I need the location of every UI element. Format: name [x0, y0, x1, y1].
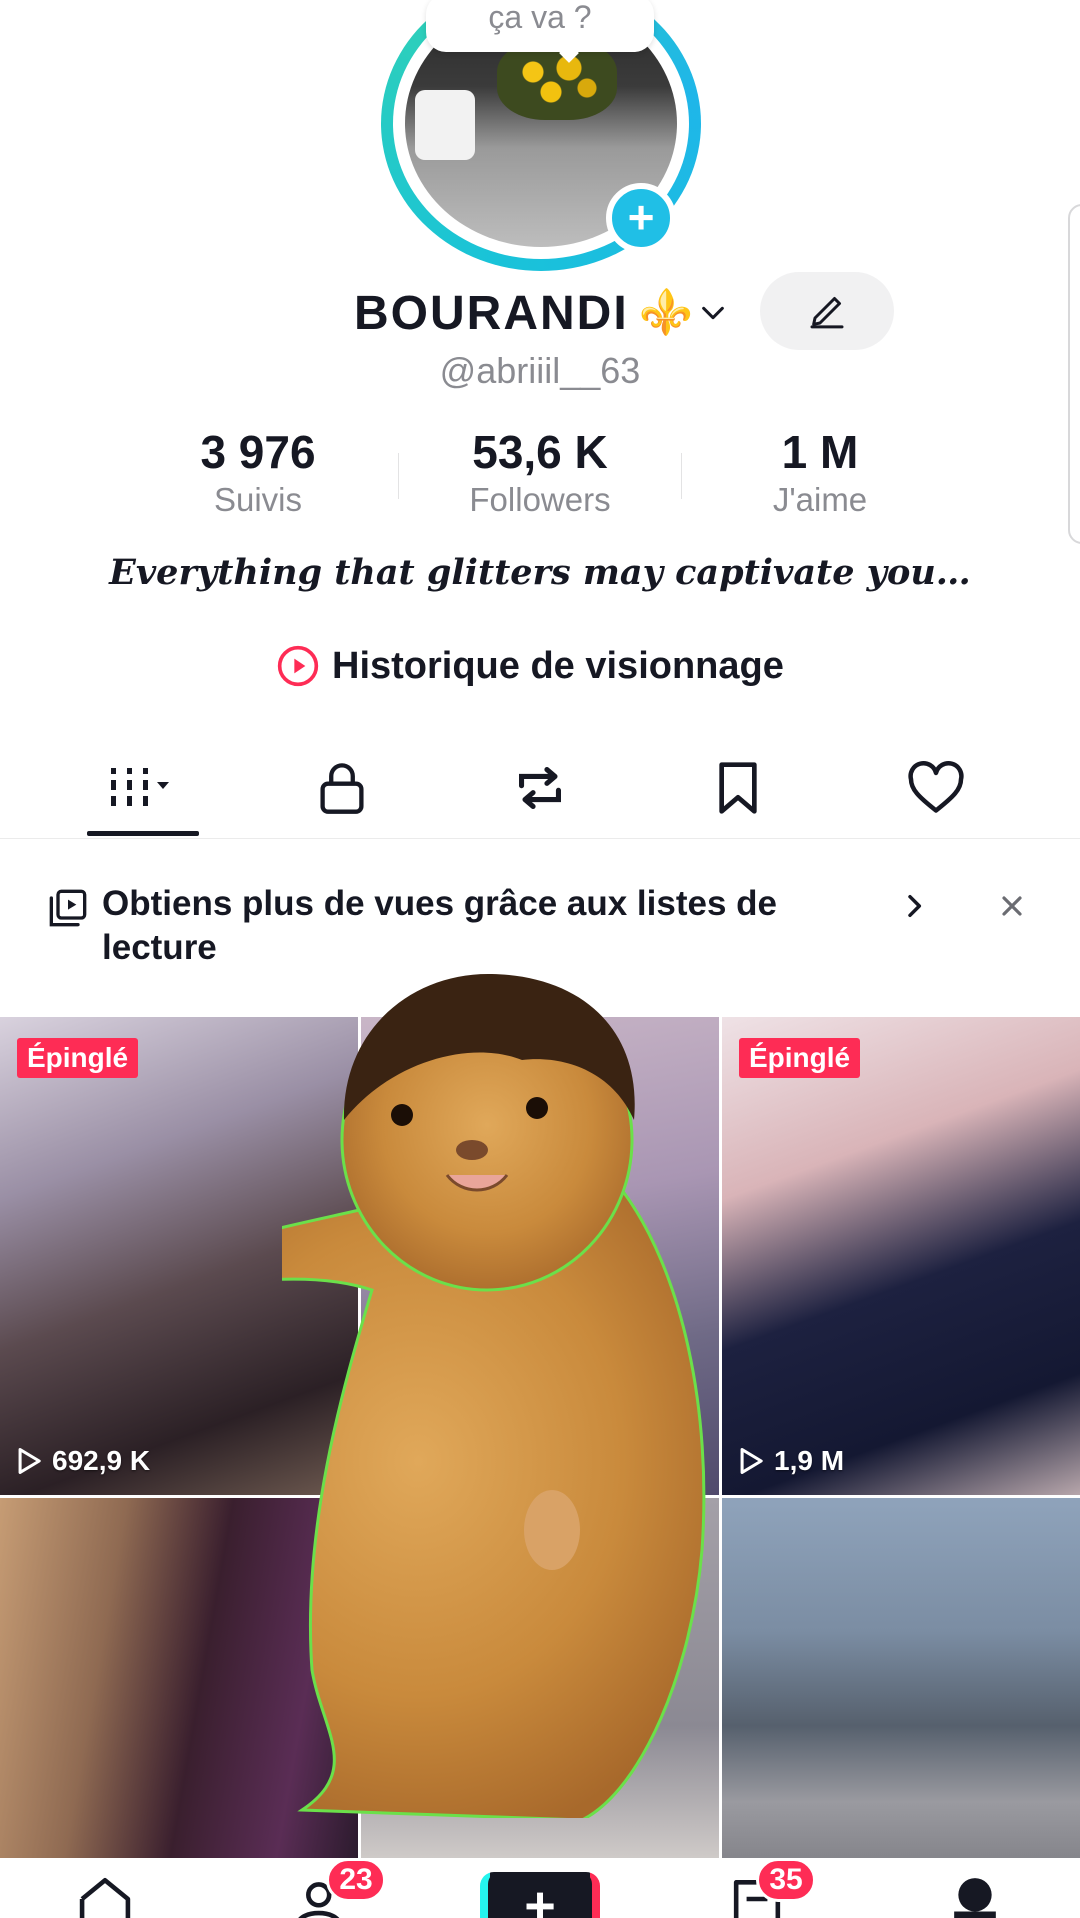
tab-private[interactable]	[282, 738, 402, 838]
home-icon	[79, 1877, 131, 1918]
lock-icon	[320, 763, 364, 814]
repost-icon	[519, 767, 561, 809]
watch-history-link[interactable]: Historique de visionnage	[276, 638, 784, 694]
watch-history-label: Historique de visionnage	[332, 644, 784, 687]
sunflowers-image	[497, 40, 617, 120]
followers-label: Followers	[469, 481, 611, 518]
profile-page: ça va ? + BOURANDI ⚜️ @abriiil__63 3 976…	[0, 0, 1080, 1918]
video-thumbnail[interactable]	[722, 1498, 1080, 1878]
chevron-right-icon[interactable]	[898, 890, 930, 922]
tab-videos[interactable]	[83, 738, 203, 838]
pencil-icon	[810, 297, 844, 329]
close-icon[interactable]	[996, 890, 1028, 922]
pinned-badge: Épinglé	[17, 1038, 139, 1078]
followers-stat[interactable]: 53,6 K Followers	[420, 425, 660, 521]
view-count-text: 692,9 K	[52, 1445, 151, 1476]
edit-profile-button[interactable]	[760, 272, 894, 350]
view-count: 692,9 K	[16, 1445, 150, 1477]
seat-image	[415, 90, 475, 160]
playlist-icon	[49, 889, 87, 927]
plus-icon: +	[488, 1872, 592, 1918]
followers-count: 53,6 K	[472, 426, 608, 478]
profile-icon	[954, 1878, 996, 1918]
fleur-de-lis-emoji: ⚜️	[638, 288, 694, 337]
nav-home[interactable]	[70, 1874, 150, 1918]
name-row[interactable]: BOURANDI ⚜️	[354, 282, 727, 344]
add-story-icon[interactable]: +	[606, 183, 676, 253]
side-pull-tab[interactable]	[1068, 204, 1080, 544]
hamster-sticker	[282, 973, 706, 1818]
likes-count: 1 M	[781, 426, 859, 478]
following-stat[interactable]: 3 976 Suivis	[138, 425, 378, 521]
play-circle-icon	[277, 645, 319, 687]
divider	[681, 453, 682, 499]
friends-badge: 23	[326, 1858, 386, 1902]
view-count: 1,9 M	[738, 1445, 844, 1477]
pinned-badge: Épinglé	[739, 1038, 861, 1078]
likes-label: J'aime	[772, 481, 868, 518]
active-tab-indicator	[87, 831, 199, 836]
bookmark-icon	[719, 762, 757, 814]
playlist-banner[interactable]: Obtiens plus de vues grâce aux listes de…	[0, 864, 1080, 984]
chevron-down-icon[interactable]	[699, 299, 727, 327]
following-label: Suivis	[213, 481, 303, 518]
profile-tabs	[0, 738, 1080, 839]
tab-reposts[interactable]	[480, 738, 600, 838]
heart-icon	[908, 761, 964, 813]
play-outline-icon	[18, 1448, 41, 1474]
inbox-badge: 35	[756, 1858, 816, 1902]
following-count: 3 976	[200, 426, 316, 478]
create-button[interactable]: +	[480, 1872, 600, 1918]
bio-text: Everything that glitters may captivate y…	[109, 552, 971, 593]
tab-liked[interactable]	[876, 738, 996, 838]
username: @abriiil__63	[439, 350, 641, 391]
display-name: BOURANDI	[354, 286, 629, 340]
likes-stat[interactable]: 1 M J'aime	[700, 425, 940, 521]
nav-profile[interactable]	[940, 1874, 1020, 1918]
playlist-banner-text: Obtiens plus de vues grâce aux listes de…	[102, 884, 777, 967]
video-thumbnail[interactable]: Épinglé 1,9 M	[722, 1017, 1080, 1495]
status-bubble[interactable]: ça va ?	[426, 0, 654, 52]
grid-icon	[111, 768, 169, 806]
view-count-text: 1,9 M	[774, 1445, 845, 1476]
divider	[398, 453, 399, 499]
tab-favorites[interactable]	[678, 738, 798, 838]
